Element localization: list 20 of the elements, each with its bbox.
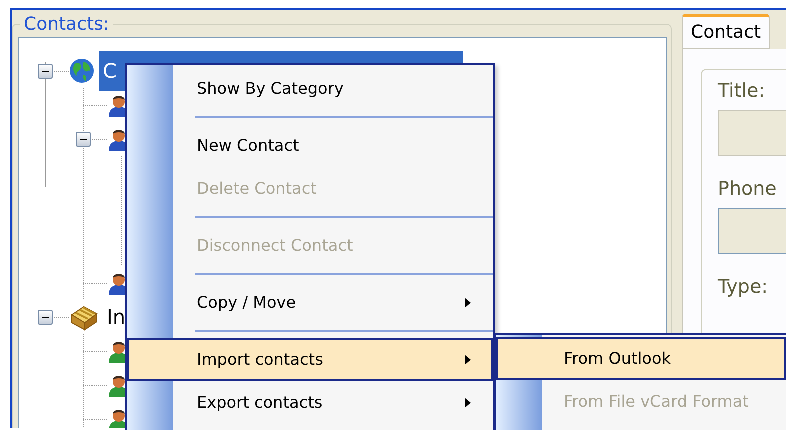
menu-item[interactable]: Copy / Move bbox=[127, 281, 493, 324]
menu-item[interactable]: Show By Category bbox=[127, 67, 493, 110]
menu-item[interactable]: Export contacts bbox=[127, 381, 493, 424]
tab[interactable]: Contact bbox=[682, 14, 770, 49]
panel-title: Contacts: bbox=[23, 14, 110, 35]
menu-item[interactable]: Import contacts bbox=[127, 338, 493, 381]
input-field[interactable] bbox=[718, 110, 786, 156]
submenu-arrow-icon bbox=[465, 398, 471, 408]
globe-icon bbox=[69, 58, 95, 84]
field-label: Phone bbox=[718, 178, 778, 200]
collapse-toggle[interactable] bbox=[38, 310, 53, 324]
field-label: Type: bbox=[718, 276, 770, 298]
menu-item[interactable]: New Contact bbox=[127, 124, 493, 167]
input-field[interactable] bbox=[718, 208, 786, 254]
collapse-toggle[interactable] bbox=[76, 132, 91, 146]
collapse-toggle[interactable] bbox=[38, 64, 53, 78]
submenu-arrow-icon bbox=[465, 355, 471, 365]
field-label: Title: bbox=[718, 80, 766, 102]
menu-item[interactable]: From Outlook bbox=[496, 337, 786, 380]
submenu-arrow-icon bbox=[465, 298, 471, 308]
